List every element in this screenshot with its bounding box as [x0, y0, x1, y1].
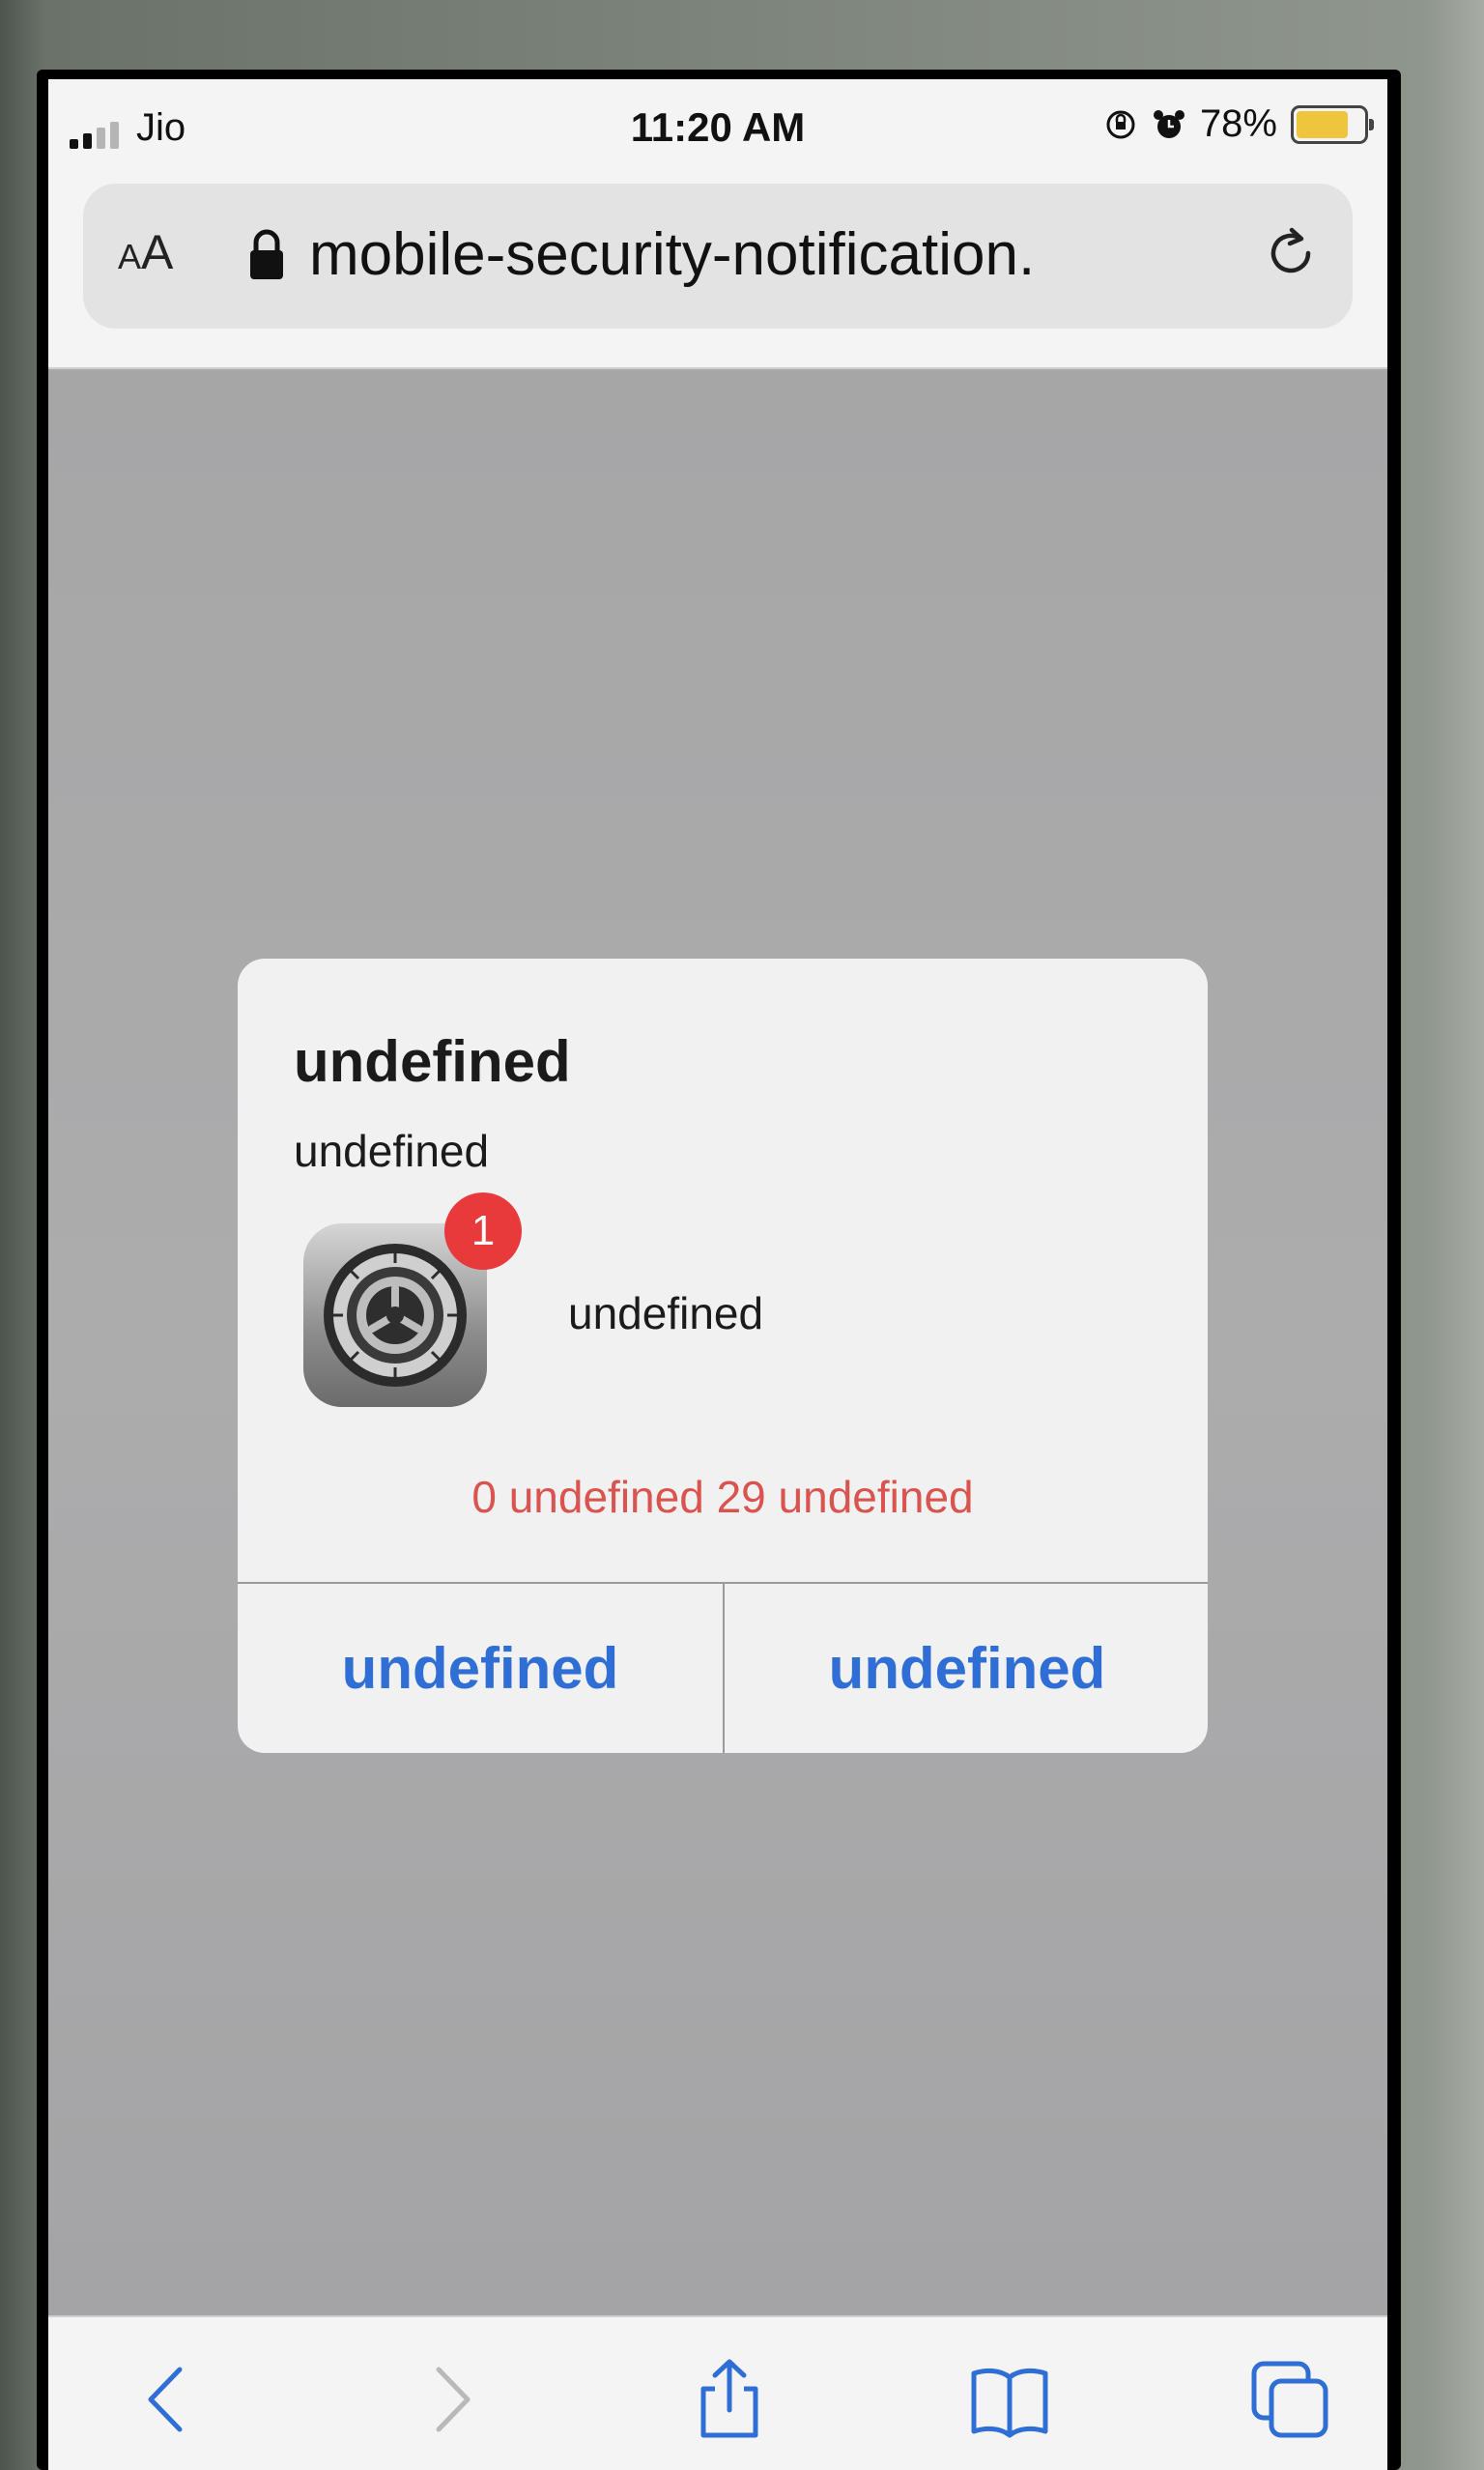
reload-icon[interactable]	[1260, 224, 1324, 288]
text-size-large-glyph: A	[141, 225, 174, 279]
bookmarks-icon[interactable]	[966, 2356, 1053, 2443]
battery-percentage: 78%	[1199, 102, 1277, 145]
browser-top-bar: AA mobile-security-notification.	[48, 176, 1387, 369]
battery-icon	[1291, 104, 1374, 144]
notification-badge: 1	[444, 1192, 522, 1270]
back-icon[interactable]	[126, 2356, 213, 2443]
status-bar: Jio 11:20 AM 78%	[48, 79, 1387, 176]
phone-screen: Jio 11:20 AM 78% AA mobile-security-noti…	[37, 70, 1401, 2470]
app-label: undefined	[568, 1288, 764, 1338]
screen-content: Jio 11:20 AM 78% AA mobile-security-noti…	[48, 79, 1387, 2470]
alarm-icon	[1152, 107, 1186, 142]
countdown-text: 0 undefined 29 undefined	[471, 1472, 974, 1522]
address-bar[interactable]: AA mobile-security-notification.	[83, 184, 1353, 329]
dialog-right-button[interactable]: undefined	[725, 1584, 1208, 1753]
text-size-small-glyph: A	[118, 237, 142, 276]
text-size-button[interactable]: AA	[118, 224, 173, 280]
orientation-lock-icon	[1103, 107, 1138, 142]
forward-icon[interactable]	[406, 2356, 493, 2443]
browser-toolbar	[48, 2315, 1387, 2470]
status-right: 78%	[1103, 102, 1374, 146]
share-icon[interactable]	[686, 2356, 773, 2443]
url-text[interactable]: mobile-security-notification.	[309, 220, 1198, 289]
phone-frame: Jio 11:20 AM 78% AA mobile-security-noti…	[0, 0, 1484, 2470]
security-alert-dialog: undefined undefined 1 undefined 0 undefi…	[238, 959, 1208, 1753]
dialog-title: undefined	[294, 1029, 571, 1094]
tabs-icon[interactable]	[1246, 2356, 1333, 2443]
lock-icon	[247, 226, 286, 284]
dialog-subtitle: undefined	[294, 1126, 490, 1176]
dialog-left-button[interactable]: undefined	[238, 1584, 723, 1753]
